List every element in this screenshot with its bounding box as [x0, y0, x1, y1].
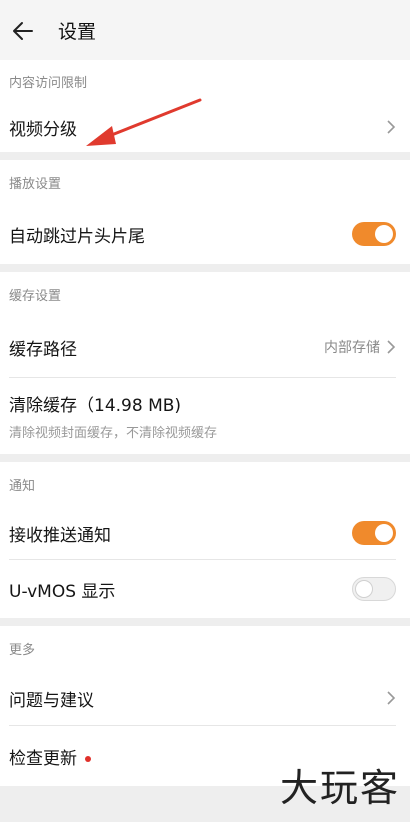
video-rating-row[interactable]: 视频分级 [0, 102, 410, 152]
section-gap [0, 152, 410, 160]
update-badge-dot [85, 755, 91, 762]
section-gap [0, 454, 410, 462]
section-title-more: 更多 [9, 642, 36, 658]
section-title-notify: 通知 [9, 478, 36, 494]
section-cache: 缓存设置 缓存路径 内部存储 清除缓存（14.98 MB) 清除视频封面缓存，不… [0, 272, 410, 454]
skip-intro-toggle[interactable] [352, 222, 396, 246]
toggle-knob [375, 524, 393, 542]
clear-cache-label: 清除缓存（14.98 MB) [9, 396, 182, 416]
top-bar: 设置 [0, 0, 410, 60]
umos-label: U-vMOS 显示 [9, 581, 116, 602]
toggle-knob [375, 225, 393, 243]
cache-path-row[interactable]: 缓存路径 内部存储 [0, 316, 410, 378]
section-title-playback: 播放设置 [9, 176, 62, 192]
back-arrow-icon[interactable] [6, 14, 40, 48]
check-update-label: 检查更新 [9, 748, 77, 769]
section-notify: 通知 接收推送通知 U-vMOS 显示 [0, 462, 410, 618]
section-gap [0, 618, 410, 626]
push-notify-toggle[interactable] [352, 521, 396, 545]
section-gap [0, 264, 410, 272]
chevron-right-icon [387, 691, 396, 705]
section-title-content-limit: 内容访问限制 [9, 75, 88, 91]
video-rating-label: 视频分级 [9, 119, 77, 140]
watermark-logo: 大玩客 [279, 766, 400, 810]
feedback-row[interactable]: 问题与建议 [0, 670, 410, 726]
skip-intro-row: 自动跳过片头片尾 [0, 204, 410, 264]
feedback-label: 问题与建议 [9, 690, 94, 711]
section-playback: 播放设置 自动跳过片头片尾 [0, 160, 410, 264]
toggle-knob [355, 580, 373, 598]
chevron-right-icon [387, 120, 396, 134]
umos-row: U-vMOS 显示 [0, 560, 410, 618]
skip-intro-label: 自动跳过片头片尾 [9, 226, 145, 247]
umos-toggle[interactable] [352, 577, 396, 601]
clear-cache-row[interactable]: 清除缓存（14.98 MB) 清除视频封面缓存，不清除视频缓存 [0, 378, 410, 454]
page-title: 设置 [58, 21, 97, 43]
push-notify-row: 接收推送通知 [0, 506, 410, 560]
clear-cache-block: 清除缓存（14.98 MB) 清除视频封面缓存，不清除视频缓存 [9, 391, 396, 441]
push-notify-label: 接收推送通知 [9, 525, 111, 546]
section-content-limit: 内容访问限制 视频分级 [0, 60, 410, 152]
section-title-cache: 缓存设置 [9, 288, 62, 304]
chevron-right-icon [387, 340, 396, 354]
cache-path-label: 缓存路径 [9, 339, 77, 360]
cache-path-value: 内部存储 [324, 340, 380, 356]
clear-cache-subtext: 清除视频封面缓存，不清除视频缓存 [9, 426, 218, 441]
